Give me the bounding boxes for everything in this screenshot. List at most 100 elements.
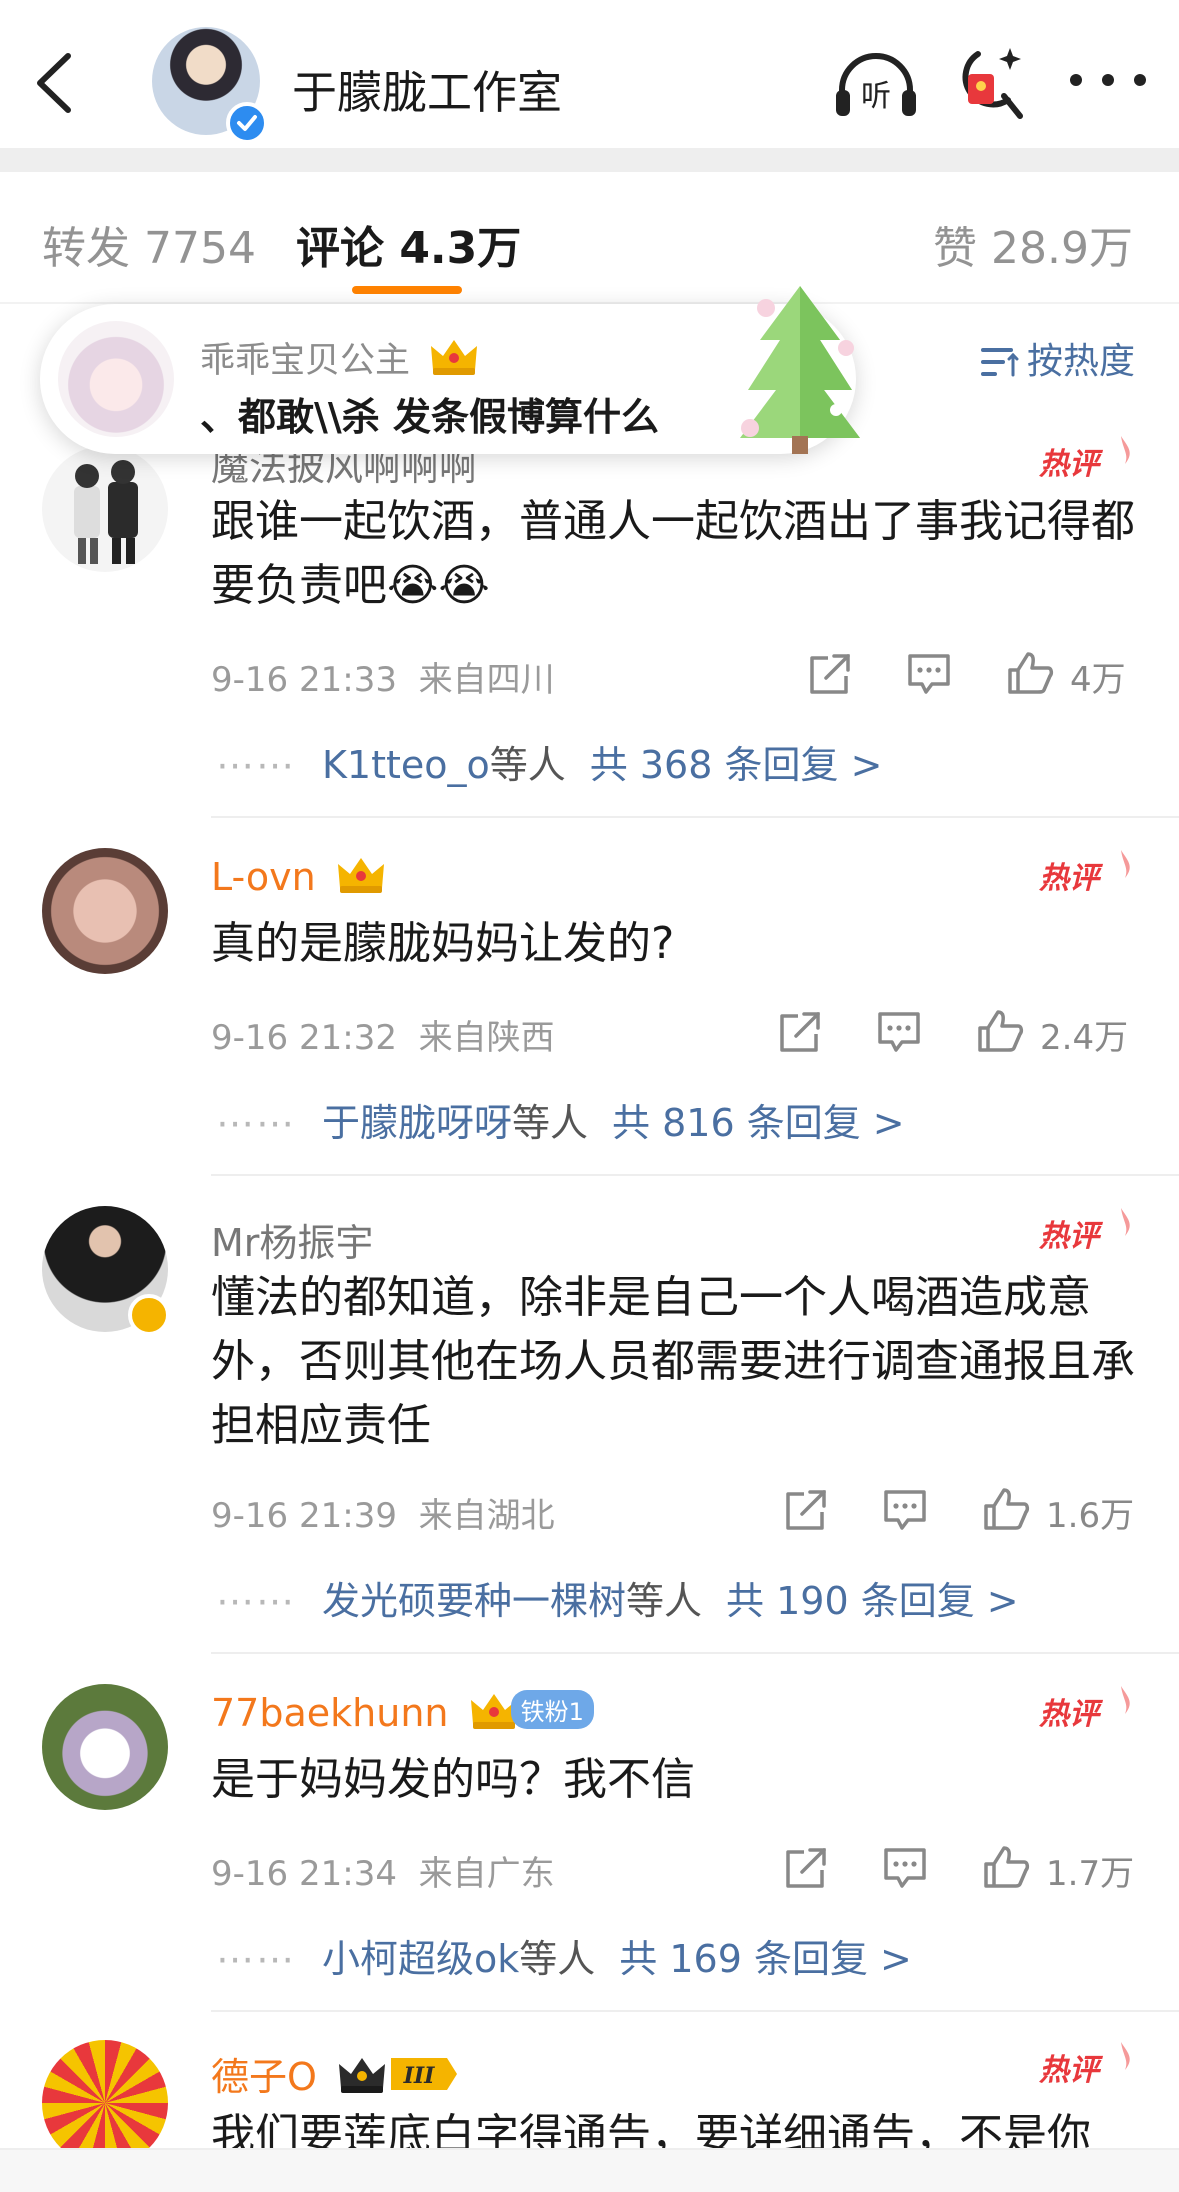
hot-comment-tag: 热评 — [1039, 1208, 1130, 1254]
share-icon[interactable] — [776, 1010, 822, 1054]
back-arrow-icon[interactable] — [30, 50, 80, 116]
commenter-avatar[interactable] — [42, 446, 168, 572]
dots-icon: ⋯⋯ — [216, 1937, 296, 1981]
reply-suffix: 等人 — [489, 743, 566, 787]
dots-icon: ⋯⋯ — [216, 1579, 296, 1623]
commenter-name-text: 77baekhunn — [211, 1691, 449, 1735]
comment-time: 9-16 21:33 — [211, 660, 397, 700]
comment-text: 跟谁一起饮酒，普通人一起饮酒出了事我记得都要负责吧😭😭 — [211, 496, 1135, 611]
fan-level-badge: 铁粉1 — [510, 1690, 594, 1729]
comment-divider — [211, 1174, 1179, 1176]
comment-text: 懂法的都知道，除非是自己一个人喝酒造成意外，否则其他在场人员都需要进行调查通报且… — [211, 1272, 1135, 1451]
share-icon[interactable] — [806, 652, 852, 696]
level-badge: III — [391, 2058, 458, 2090]
reply-summary[interactable]: ⋯⋯ K1tteo_o等人共 368 条回复 > — [216, 734, 882, 789]
tab-like[interactable]: 赞 28.9万 — [933, 212, 1133, 276]
commenter-name[interactable]: 77baekhunn 铁粉1 — [211, 1690, 594, 1735]
comment-meta: 9-16 21:39 来自湖北 — [211, 1488, 555, 1537]
reply-users[interactable]: K1tteo_o — [322, 743, 490, 787]
sort-by-hot-button[interactable]: 按热度 — [980, 332, 1135, 384]
comment-text: 真的是朦胧妈妈让发的? — [211, 918, 675, 969]
reply-total[interactable]: 共 190 条回复 > — [726, 1579, 1019, 1623]
comment-divider — [211, 1652, 1179, 1654]
like-count: 1.6万 — [1046, 1496, 1135, 1536]
reply-summary[interactable]: ⋯⋯ 发光硕要种一棵树等人共 190 条回复 > — [216, 1570, 1019, 1625]
tab-repost[interactable]: 转发 7754 — [42, 212, 256, 276]
thumbs-up-icon[interactable] — [976, 1008, 1024, 1054]
crown-icon — [337, 858, 384, 893]
hot-tag-text: 热评 — [1039, 1697, 1104, 1732]
commenter-name[interactable]: 德子O III — [211, 2046, 459, 2101]
floating-comment-bubble[interactable]: 乖乖宝贝公主 、都敢\\杀 发条假博算什么 — [40, 286, 860, 454]
hot-comment-tag: 热评 — [1039, 2042, 1130, 2088]
comment-meta: 9-16 21:33 来自四川 — [211, 652, 555, 701]
reply-summary[interactable]: ⋯⋯ 于朦胧呀呀等人共 816 条回复 > — [216, 1092, 905, 1147]
bubble-comment-text: 、都敢\\杀 发条假博算什么 — [200, 395, 659, 439]
bubble-name-text: 乖乖宝贝公主 — [200, 341, 411, 381]
commenter-avatar[interactable] — [42, 1684, 168, 1810]
reply-total[interactable]: 共 169 条回复 > — [619, 1937, 912, 1981]
comment-time: 9-16 21:32 — [211, 1018, 397, 1058]
comment-meta: 9-16 21:32 来自陕西 — [211, 1010, 555, 1059]
hot-tag-text: 热评 — [1039, 861, 1104, 896]
thumbs-up-icon[interactable] — [982, 1844, 1030, 1890]
reply-comment-icon[interactable] — [882, 1488, 928, 1532]
reply-summary[interactable]: ⋯⋯ 小柯超级ok等人共 169 条回复 > — [216, 1928, 912, 1983]
bubble-avatar — [58, 321, 174, 437]
share-icon[interactable] — [782, 1488, 828, 1532]
like-count: 2.4万 — [1040, 1018, 1129, 1058]
comment-meta: 9-16 21:34 来自广东 — [211, 1846, 555, 1895]
reply-comment-icon[interactable] — [882, 1846, 928, 1890]
commenter-avatar[interactable] — [42, 848, 168, 974]
christmas-tree-icon — [740, 286, 860, 454]
reply-users[interactable]: 于朦胧呀呀 — [322, 1101, 512, 1145]
hot-comment-tag: 热评 — [1039, 436, 1130, 482]
reply-users[interactable]: 发光硕要种一棵树 — [322, 1579, 626, 1623]
thumbs-up-icon[interactable] — [982, 1486, 1030, 1532]
bottom-edge — [0, 2148, 1179, 2192]
page-title[interactable]: 于朦胧工作室 — [292, 56, 562, 121]
comment-divider — [211, 816, 1179, 818]
like-count: 1.7万 — [1046, 1854, 1135, 1894]
header-separator — [0, 148, 1179, 172]
reply-users[interactable]: 小柯超级ok — [322, 1937, 519, 1981]
svg-text:听: 听 — [861, 79, 891, 114]
avatar-illustration — [74, 460, 138, 564]
reply-total[interactable]: 共 368 条回复 > — [590, 743, 883, 787]
comment-location: 来自四川 — [418, 660, 555, 700]
listen-headphones-icon[interactable]: 听 — [834, 50, 918, 120]
thumbs-up-icon[interactable] — [1006, 650, 1054, 696]
active-tab-indicator — [352, 286, 462, 294]
hot-comment-tag: 热评 — [1039, 1686, 1130, 1732]
share-icon[interactable] — [782, 1846, 828, 1890]
reply-comment-icon[interactable] — [906, 652, 952, 696]
reply-suffix: 等人 — [512, 1101, 589, 1145]
commenter-name-text: L-ovn — [211, 855, 316, 899]
red-packet-search-icon[interactable] — [958, 44, 1026, 122]
reply-total[interactable]: 共 816 条回复 > — [612, 1101, 905, 1145]
dots-icon: ⋯⋯ — [216, 1101, 296, 1145]
reply-suffix: 等人 — [519, 1937, 596, 1981]
comment-text: 是于妈妈发的吗？我不信 — [211, 1754, 695, 1805]
comment-time: 9-16 21:39 — [211, 1496, 397, 1536]
sort-icon — [980, 348, 1019, 377]
comment-time: 9-16 21:34 — [211, 1854, 397, 1894]
tab-bar: 转发 7754 评论 4.3万 赞 28.9万 — [0, 172, 1179, 304]
top-bar: 于朦胧工作室 听 — [0, 0, 1179, 148]
comment-location: 来自湖北 — [418, 1496, 555, 1536]
comment-location: 来自广东 — [418, 1854, 555, 1894]
hot-comment-tag: 热评 — [1039, 850, 1130, 896]
level-badge-text: III — [403, 2063, 436, 2089]
comment-divider — [211, 2010, 1179, 2012]
verified-badge-icon — [128, 1294, 170, 1336]
reply-comment-icon[interactable] — [876, 1010, 922, 1054]
more-options-icon[interactable] — [1066, 70, 1150, 90]
dots-icon: ⋯⋯ — [216, 743, 296, 787]
comment-location: 来自陕西 — [418, 1018, 555, 1058]
tab-comment[interactable]: 评论 4.3万 — [296, 212, 521, 276]
hot-tag-text: 热评 — [1039, 447, 1104, 482]
hot-tag-text: 热评 — [1039, 2053, 1104, 2088]
verified-icon — [226, 102, 268, 144]
commenter-name[interactable]: L-ovn — [211, 854, 388, 899]
commenter-name[interactable]: Mr杨振宇 — [211, 1212, 373, 1267]
